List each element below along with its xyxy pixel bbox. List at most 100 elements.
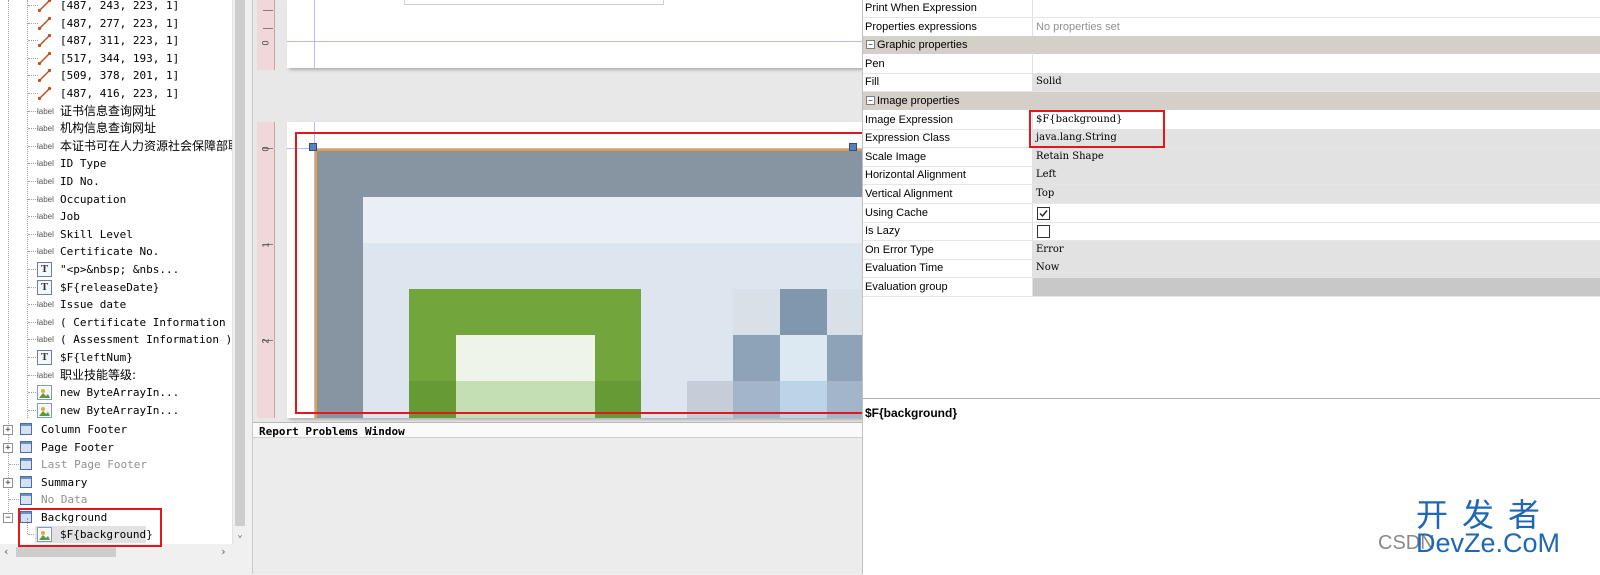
property-row[interactable]: Vertical Alignment Top: [863, 185, 1600, 204]
property-row[interactable]: Pen: [863, 54, 1600, 74]
scrollbar-thumb[interactable]: [16, 547, 116, 557]
tree-item[interactable]: label 职业技能等级:: [0, 367, 232, 384]
tree-item-label: 证书信息查询网址: [60, 103, 157, 118]
tree-item[interactable]: T "<p>&nbsp; &nbs...: [0, 261, 232, 278]
property-value[interactable]: No properties set: [1032, 17, 1600, 36]
tree-item[interactable]: label Job: [0, 208, 232, 225]
report-designer-canvas[interactable]: 0 0 1 2 Report Problems Window: [252, 0, 865, 574]
property-value[interactable]: Now: [1032, 259, 1600, 278]
tree-item[interactable]: label Occupation: [0, 191, 232, 208]
expand-toggle-icon[interactable]: +: [3, 425, 13, 435]
expand-toggle-icon[interactable]: −: [3, 513, 13, 523]
property-row[interactable]: Expression Class java.lang.String: [863, 129, 1600, 149]
tree-item[interactable]: label Skill Level: [0, 226, 232, 243]
chevron-right-icon[interactable]: ›: [220, 545, 227, 558]
tree-item[interactable]: [487, 277, 223, 1]: [0, 15, 232, 32]
expand-toggle-icon[interactable]: +: [3, 442, 13, 453]
property-name: Evaluation group: [865, 281, 948, 293]
tree-band-page-footer[interactable]: + Page Footer: [0, 439, 232, 456]
page-background[interactable]: [287, 122, 863, 418]
property-value[interactable]: [1032, 54, 1600, 73]
property-value[interactable]: Retain Shape: [1032, 147, 1600, 166]
tree-item[interactable]: label ID No.: [0, 173, 232, 190]
label-icon: label: [37, 247, 54, 257]
tree-horizontal-scrollbar[interactable]: ‹ ›: [0, 544, 246, 560]
tree-band-summary[interactable]: + Summary: [0, 474, 232, 491]
problems-window-body: [253, 438, 863, 574]
tree-item[interactable]: [487, 311, 223, 1]: [0, 32, 232, 49]
tree-item[interactable]: label 本证书可在人力资源社会保障部职: [0, 138, 232, 155]
tree-item[interactable]: T $F{releaseDate}: [0, 279, 232, 296]
tree-item[interactable]: new ByteArrayIn...: [0, 384, 232, 401]
tree-item-label: "<p>&nbsp; &nbs...: [60, 263, 180, 276]
property-row[interactable]: Properties expressions No properties set: [863, 17, 1600, 37]
tree-item[interactable]: new ByteArrayIn...: [0, 402, 232, 419]
property-value[interactable]: [1032, 203, 1600, 222]
property-value[interactable]: Left: [1032, 166, 1600, 185]
textfield-icon: T: [37, 350, 52, 365]
tree-item[interactable]: [517, 344, 193, 1]: [0, 50, 232, 67]
property-name: Evaluation Time: [865, 262, 944, 275]
tree-vertical-scrollbar[interactable]: ⌄: [232, 0, 247, 544]
tree-item[interactable]: label 证书信息查询网址: [0, 103, 232, 120]
band-icon: [20, 475, 32, 488]
tree-band-column-footer[interactable]: + Column Footer: [0, 421, 232, 438]
property-category[interactable]: − Image properties: [863, 92, 1600, 110]
checkbox-checked[interactable]: [1037, 206, 1050, 220]
scrollbar-thumb[interactable]: [235, 0, 245, 526]
background-image-element[interactable]: [315, 149, 863, 418]
property-row[interactable]: On Error Type Error: [863, 240, 1600, 260]
tree-item-label: [509, 378, 201, 1]: [60, 69, 180, 83]
tree-item[interactable]: label ( Assessment Information ): h: [0, 331, 232, 348]
property-row[interactable]: Fill Solid: [863, 73, 1600, 93]
band-icon: [20, 440, 32, 453]
ruler-label: 2: [260, 338, 271, 344]
property-value[interactable]: [1032, 222, 1600, 241]
property-row[interactable]: Horizontal Alignment Left: [863, 166, 1600, 186]
expand-toggle-icon[interactable]: +: [3, 477, 13, 488]
tree-item[interactable]: [509, 378, 201, 1]: [0, 67, 232, 84]
property-name: Is Lazy: [865, 225, 900, 238]
property-row[interactable]: Evaluation group: [863, 278, 1600, 297]
property-value[interactable]: java.lang.String: [1032, 129, 1600, 148]
collapse-toggle-icon[interactable]: −: [866, 40, 875, 50]
description-title: $F{background}: [865, 406, 958, 420]
chevron-down-icon[interactable]: ⌄: [233, 530, 247, 540]
tree-band-no-data[interactable]: No Data: [0, 491, 232, 508]
checkbox-unchecked[interactable]: [1037, 225, 1050, 239]
property-row[interactable]: Print When Expression: [863, 0, 1600, 18]
tree-item[interactable]: label ( Certificate Information ):: [0, 314, 232, 331]
tree-item[interactable]: label ID Type: [0, 155, 232, 172]
property-row[interactable]: Using Cache: [863, 203, 1600, 223]
property-value[interactable]: Top: [1032, 185, 1600, 203]
tree-item[interactable]: T $F{leftNum}: [0, 349, 232, 366]
tree-item-background-image[interactable]: $F{background}: [0, 518, 232, 543]
page-upper[interactable]: [287, 0, 863, 68]
property-row[interactable]: Scale Image Retain Shape: [863, 147, 1600, 167]
tree-item[interactable]: label 机构信息查询网址: [0, 120, 232, 137]
tree-band-background[interactable]: − Background: [0, 509, 232, 526]
property-row[interactable]: Is Lazy: [863, 222, 1600, 242]
property-value[interactable]: Solid: [1032, 73, 1600, 92]
band-icon: [20, 511, 32, 523]
chevron-left-icon[interactable]: ‹: [3, 545, 10, 558]
collapse-toggle-icon[interactable]: −: [866, 96, 875, 105]
tree-band-last-page-footer[interactable]: Last Page Footer: [0, 456, 232, 473]
property-value[interactable]: Error: [1032, 240, 1600, 259]
tree-item-label: $F{background}: [60, 528, 153, 541]
property-row[interactable]: Image Expression $F{background}: [863, 110, 1600, 130]
tree-item[interactable]: [487, 243, 223, 1]: [0, 0, 232, 14]
property-category[interactable]: − Graphic properties: [863, 36, 1600, 55]
tree-item-label: new ByteArrayIn...: [60, 386, 180, 400]
tree-item[interactable]: [487, 416, 223, 1]: [0, 85, 232, 102]
selection-handle[interactable]: [849, 143, 857, 151]
property-row[interactable]: Evaluation Time Now: [863, 259, 1600, 279]
property-value[interactable]: [1032, 0, 1600, 17]
property-value[interactable]: [1032, 278, 1600, 296]
tree-item[interactable]: label Certificate No.: [0, 243, 232, 260]
tree-item[interactable]: label Issue date: [0, 296, 232, 313]
selection-handle[interactable]: [309, 143, 317, 151]
property-value[interactable]: $F{background}: [1032, 110, 1600, 129]
line-icon: [37, 68, 52, 83]
problems-window-title[interactable]: Report Problems Window: [253, 422, 863, 438]
